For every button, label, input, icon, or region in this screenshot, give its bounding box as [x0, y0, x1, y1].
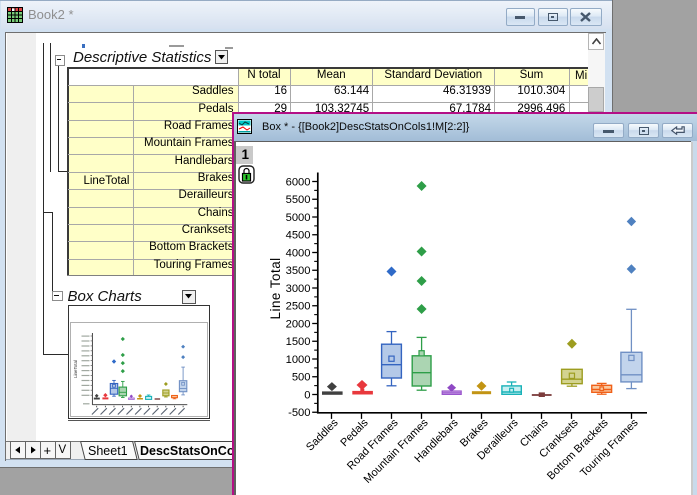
svg-text:0: 0 — [304, 389, 310, 401]
svg-text:Line Total: Line Total — [268, 257, 283, 319]
svg-text:-500: -500 — [288, 407, 310, 419]
svg-text:3000: 3000 — [286, 283, 311, 295]
svg-text:5000: 5000 — [286, 212, 311, 224]
svg-text:5500: 5500 — [286, 194, 311, 206]
svg-text:1500: 1500 — [286, 336, 311, 348]
svg-text:4500: 4500 — [286, 230, 311, 242]
svg-text:4000: 4000 — [286, 247, 311, 259]
svg-text:3500: 3500 — [286, 265, 311, 277]
svg-text:Saddles: Saddles — [304, 416, 341, 453]
svg-text:2000: 2000 — [286, 318, 311, 330]
svg-text:1000: 1000 — [286, 354, 311, 366]
svg-text:2500: 2500 — [286, 301, 311, 313]
svg-text:500: 500 — [292, 372, 311, 384]
svg-text:6000: 6000 — [286, 176, 311, 188]
